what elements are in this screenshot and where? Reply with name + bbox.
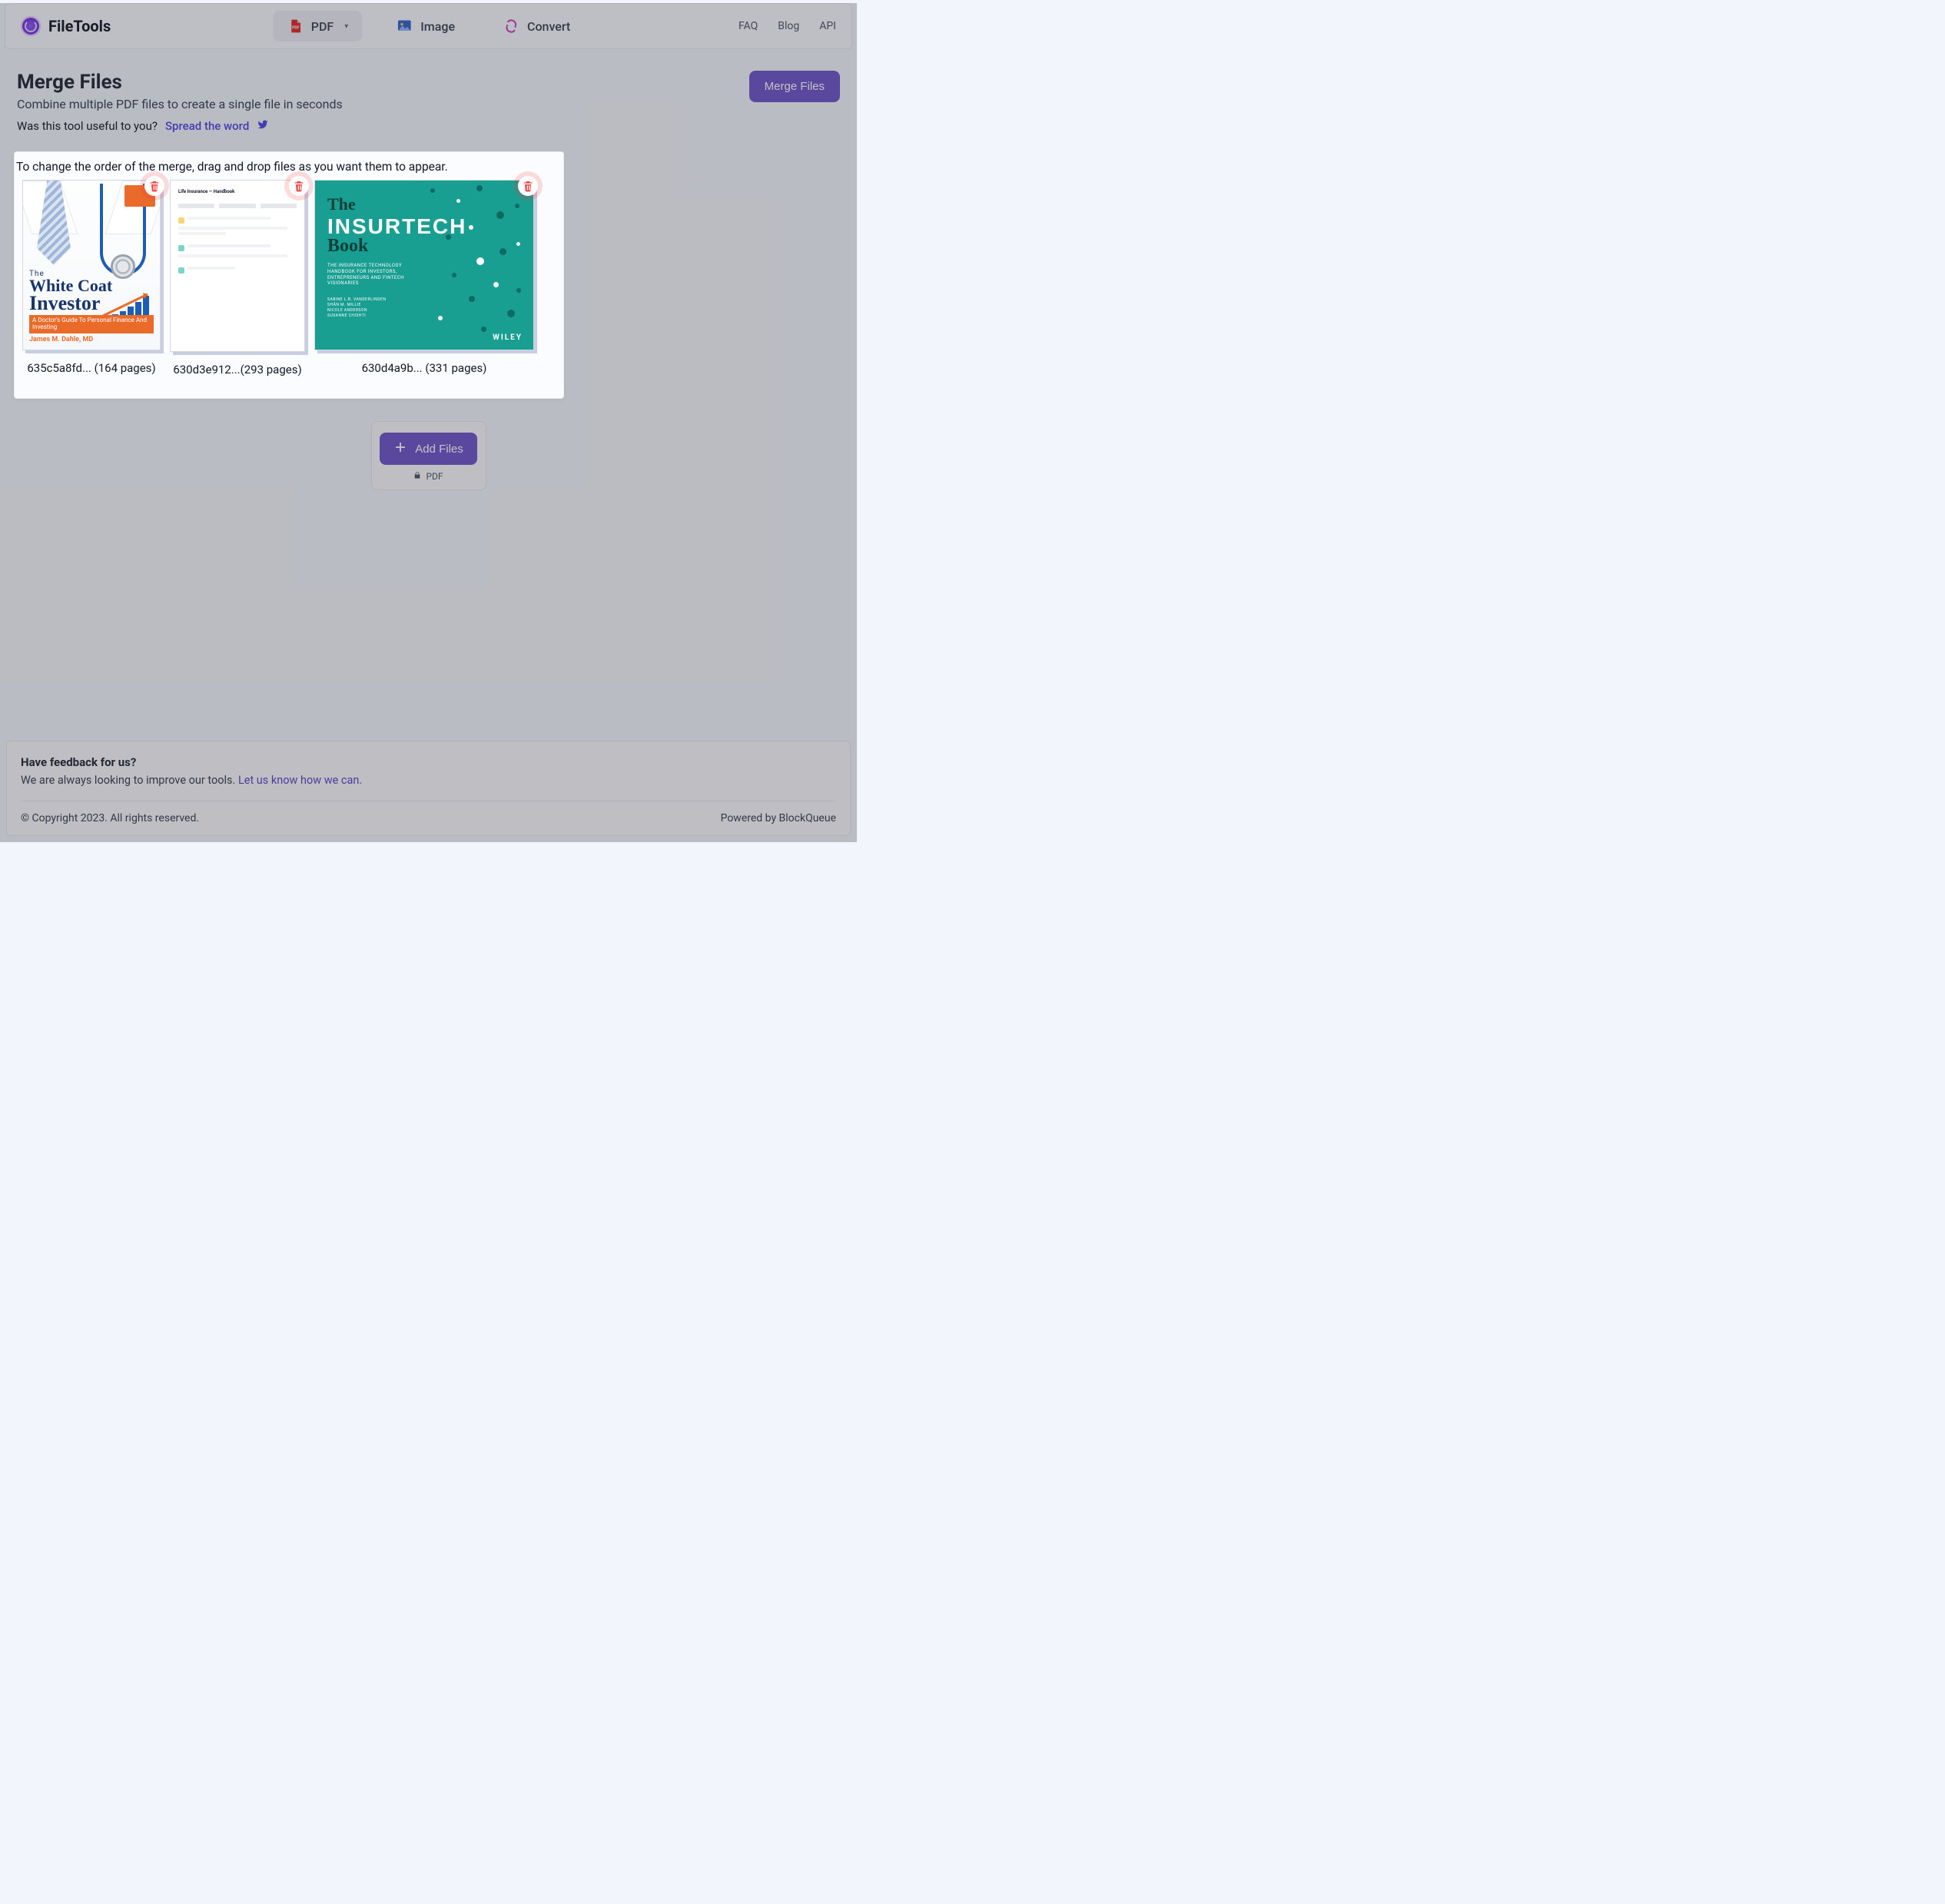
file-item[interactable]: The White CoatInvestor A Doctor's Guide …: [22, 180, 161, 375]
page-subtitle: Combine multiple PDF files to create a s…: [17, 97, 343, 111]
brand-logo-icon: [21, 16, 41, 36]
cover-author: James M. Dahle, MD: [29, 336, 154, 343]
nav-label: Convert: [527, 19, 570, 34]
feedback-link[interactable]: Let us know how we can.: [238, 774, 362, 787]
page-title: Merge Files: [17, 71, 343, 94]
brand-name: FileTools: [48, 17, 111, 35]
nav-link-api[interactable]: API: [819, 20, 836, 32]
cover-tagline: A Doctor's Guide To Personal Finance And…: [29, 315, 154, 333]
pdf-file-icon: PDF: [287, 18, 304, 34]
document-preview: Life Insurance — Handbook: [171, 181, 304, 282]
panel-instruction: To change the order of the merge, drag a…: [16, 160, 562, 180]
useful-row: Was this tool useful to you? Spread the …: [17, 119, 343, 133]
add-files-hint: PDF: [372, 471, 486, 482]
nav-link-blog[interactable]: Blog: [778, 20, 799, 32]
brand[interactable]: FileTools: [21, 16, 111, 36]
file-label: 630d3e912...(293 pages): [173, 363, 301, 376]
add-hint-text: PDF: [426, 471, 443, 482]
nav-item-convert[interactable]: Convert: [489, 11, 584, 41]
nav-right: FAQ Blog API: [739, 20, 836, 32]
merge-files-button[interactable]: Merge Files: [749, 71, 840, 102]
nav-item-pdf[interactable]: PDF PDF ▾: [273, 11, 363, 41]
feedback-title: Have feedback for us?: [21, 755, 836, 769]
trash-icon: [148, 180, 161, 192]
cover-art: The White CoatInvestor A Doctor's Guide …: [23, 181, 160, 350]
add-files-area: Add Files PDF: [371, 421, 486, 490]
delete-file-button[interactable]: [144, 176, 164, 196]
trash-icon: [293, 180, 305, 192]
cover-art: The INSURTECH Book THE INSURANCE TECHNOL…: [315, 181, 533, 350]
file-thumbnail[interactable]: Life Insurance — Handbook: [170, 180, 305, 352]
add-files-label: Add Files: [415, 443, 463, 456]
file-item[interactable]: Life Insurance — Handbook 630d3e912...(: [170, 180, 305, 376]
nav-label: Image: [420, 19, 455, 34]
delete-file-button[interactable]: [518, 176, 538, 196]
delete-file-button[interactable]: [289, 176, 309, 196]
powered-by-text: Powered by BlockQueue: [721, 812, 836, 824]
chevron-down-icon: ▾: [344, 22, 348, 31]
cover-authors: SABINE L.B. VANDERLINDEN SHÂN M. MILLIE …: [327, 297, 386, 319]
nav-label: PDF: [311, 19, 334, 34]
footer: Have feedback for us? We are always look…: [6, 741, 851, 836]
page-head: Merge Files Combine multiple PDF files t…: [0, 49, 857, 136]
file-label: 630d4a9b... (331 pages): [362, 361, 487, 375]
cover-publisher: WILEY: [493, 333, 523, 342]
file-thumbnail[interactable]: The INSURTECH Book THE INSURANCE TECHNOL…: [314, 180, 534, 350]
doc-heading: Life Insurance — Handbook: [178, 188, 297, 196]
nav-item-image[interactable]: Image: [382, 11, 469, 41]
nav-center: PDF PDF ▾ Image Convert: [273, 11, 584, 41]
feedback-text: We are always looking to improve our too…: [21, 774, 836, 787]
file-item[interactable]: The INSURTECH Book THE INSURANCE TECHNOL…: [314, 180, 534, 375]
spread-the-word-link[interactable]: Spread the word: [165, 119, 249, 133]
file-label: 635c5a8fd... (164 pages): [27, 361, 155, 375]
trash-icon: [522, 180, 534, 192]
header: FileTools PDF PDF ▾ Image Convert FAQ Bl…: [5, 3, 852, 49]
twitter-icon[interactable]: [257, 119, 269, 133]
decorative-dots: [315, 181, 533, 350]
feedback-text-body: We are always looking to improve our too…: [21, 774, 238, 787]
svg-text:PDF: PDF: [292, 25, 299, 30]
nav-link-faq[interactable]: FAQ: [739, 20, 758, 32]
copyright-text: © Copyright 2023. All rights reserved.: [21, 812, 199, 824]
plus-icon: [393, 440, 407, 457]
file-thumbnail[interactable]: The White CoatInvestor A Doctor's Guide …: [22, 180, 161, 350]
useful-prompt: Was this tool useful to you?: [17, 119, 158, 133]
convert-icon: [503, 18, 519, 34]
file-thumbnails: The White CoatInvestor A Doctor's Guide …: [16, 180, 562, 376]
cover-title-2: Investor: [29, 292, 100, 314]
add-files-button[interactable]: Add Files: [380, 433, 477, 465]
image-icon: [396, 18, 413, 34]
lock-icon: [413, 471, 421, 482]
file-reorder-panel: To change the order of the merge, drag a…: [14, 151, 564, 399]
